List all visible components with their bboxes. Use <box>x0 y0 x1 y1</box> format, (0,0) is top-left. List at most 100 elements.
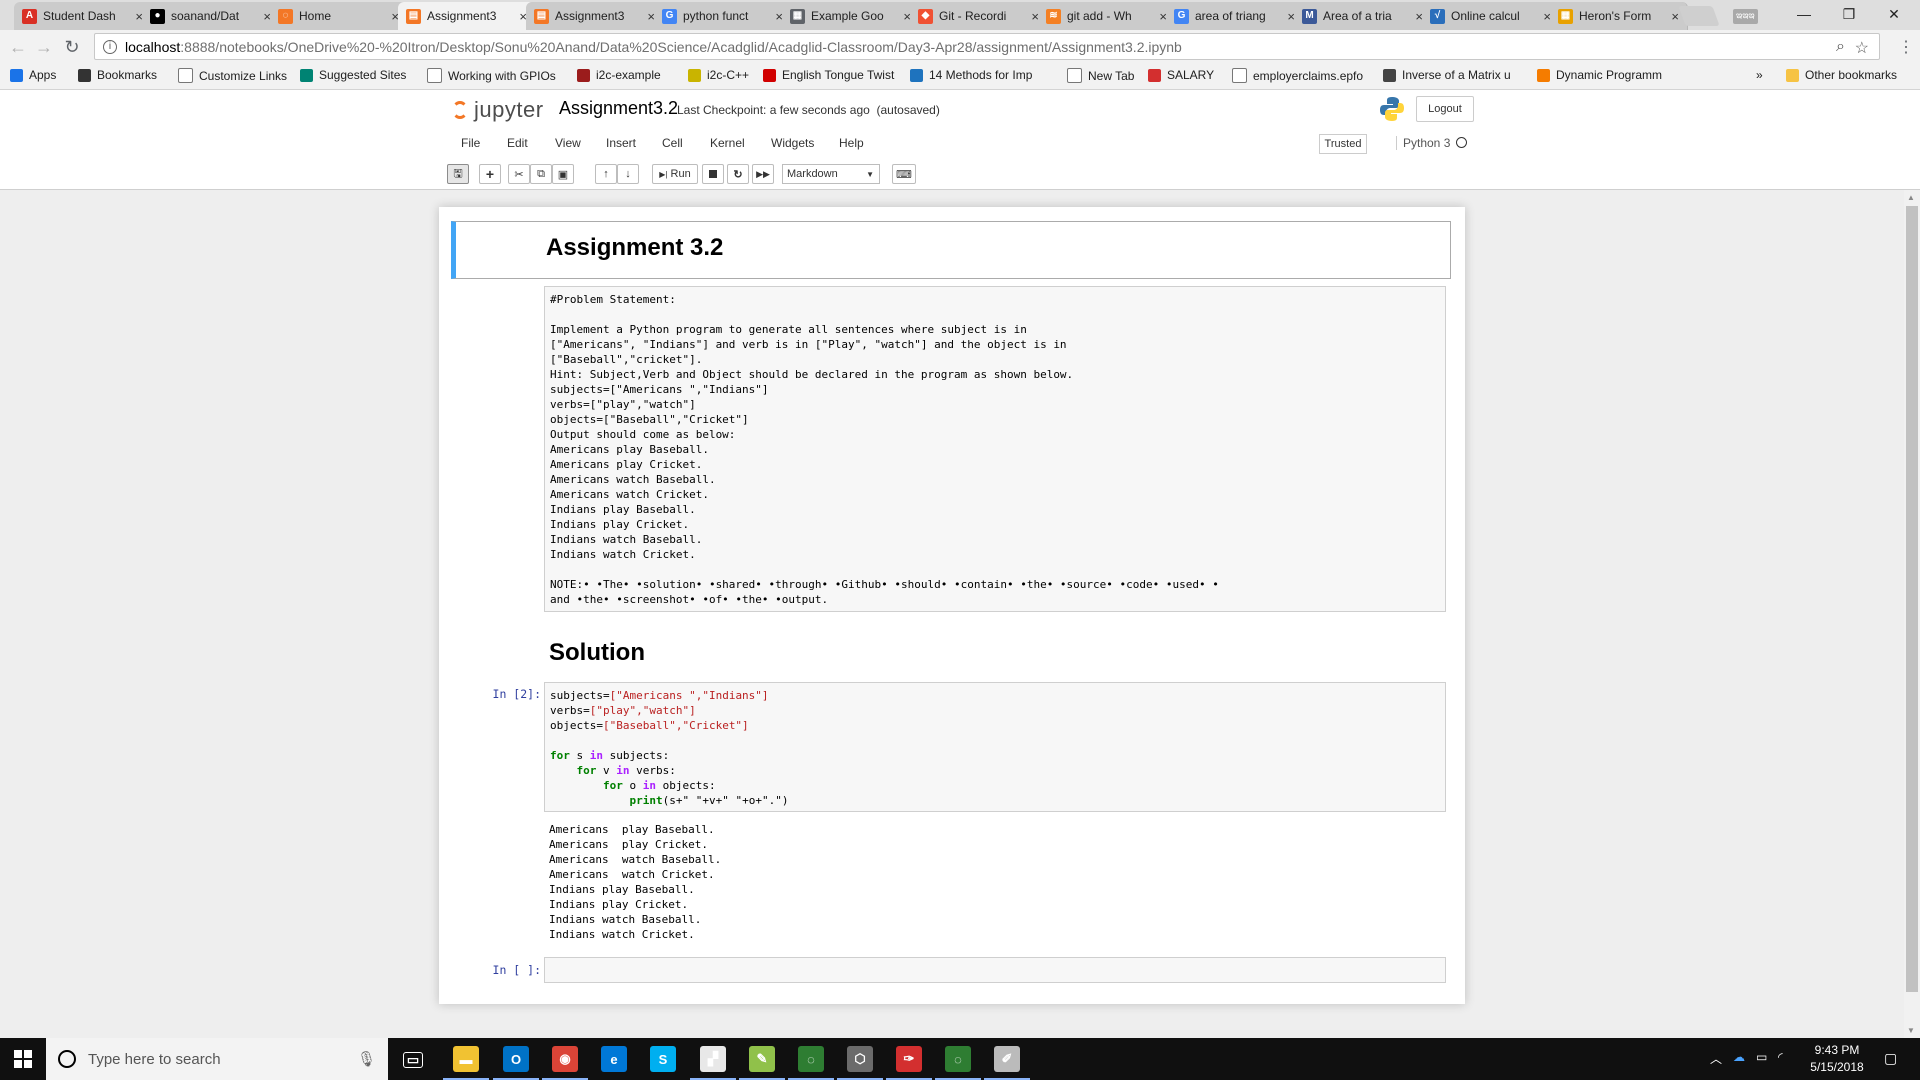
close-tab-icon[interactable]: × <box>1671 9 1679 24</box>
menu-file[interactable]: File <box>461 136 480 150</box>
paste-button[interactable]: ▣ <box>552 164 574 184</box>
browser-tab[interactable]: A Student Dash × <box>14 2 152 30</box>
menu-widgets[interactable]: Widgets <box>771 136 814 150</box>
navigation-bar: ← → ↻ i localhost:8888/notebooks/OneDriv… <box>0 30 1920 64</box>
command-palette-button[interactable]: ⌨ <box>892 164 916 184</box>
close-window-button[interactable]: ✕ <box>1872 0 1916 28</box>
bookmark-item[interactable]: Inverse of a Matrix u <box>1383 68 1511 82</box>
scrollbar-thumb[interactable] <box>1906 206 1918 992</box>
bookmark-item[interactable]: Working with GPIOs <box>427 68 556 83</box>
cut-button[interactable]: ✂ <box>508 164 530 184</box>
empty-code-cell[interactable] <box>544 957 1446 983</box>
battery-icon[interactable]: ▭ <box>1756 1050 1767 1064</box>
browser-tab[interactable]: ▤ Assignment3 × <box>398 2 536 30</box>
menu-edit[interactable]: Edit <box>507 136 528 150</box>
notepadpp-icon[interactable]: ✎ <box>739 1046 785 1080</box>
chrome-menu-icon[interactable]: ⋮ <box>1894 35 1918 59</box>
bookmark-item[interactable]: New Tab <box>1067 68 1134 83</box>
run-button[interactable]: ▶| Run <box>652 164 698 184</box>
cell-type-select[interactable]: Markdown ▼ <box>782 164 880 184</box>
outlook-icon[interactable]: O <box>493 1046 539 1080</box>
edge-icon[interactable]: e <box>601 1046 627 1072</box>
bookmark-item[interactable]: SALARY <box>1148 68 1214 82</box>
copy-button[interactable]: ⧉ <box>530 164 552 184</box>
skype-icon[interactable]: S <box>650 1046 676 1072</box>
virtualbox-icon[interactable]: ⬡ <box>837 1046 883 1080</box>
trusted-indicator[interactable]: Trusted <box>1319 134 1367 154</box>
task-view-icon[interactable]: ▭ <box>403 1052 423 1068</box>
zoom-icon[interactable]: ⌕ <box>1836 38 1845 56</box>
interrupt-button[interactable] <box>702 164 724 184</box>
notifications-icon[interactable]: ▢ <box>1884 1050 1897 1067</box>
reload-icon[interactable]: ↻ <box>60 35 84 59</box>
profile-badge[interactable]: ఇఇఇ <box>1733 9 1758 24</box>
windows-start-icon[interactable] <box>14 1050 32 1068</box>
new-tab-button[interactable] <box>1678 6 1720 26</box>
heading-cell[interactable]: Assignment 3.2 <box>451 221 1451 279</box>
menu-kernel[interactable]: Kernel <box>710 136 745 150</box>
sync-app-icon[interactable]: ◌ <box>935 1046 981 1080</box>
pdf-icon[interactable]: ✑ <box>886 1046 932 1080</box>
save-button[interactable]: 🖫 <box>447 164 469 184</box>
other-bookmarks-folder[interactable]: Other bookmarks <box>1786 68 1897 82</box>
microphone-icon[interactable]: 🎙 <box>357 1050 376 1068</box>
code-cell[interactable]: subjects=["Americans ","Indians"] verbs=[… <box>544 682 1446 812</box>
bookmark-item[interactable]: i2c-example <box>577 68 661 82</box>
browser-tab[interactable]: ● soanand/Dat × <box>142 2 280 30</box>
browser-tab[interactable]: M Area of a tria × <box>1294 2 1432 30</box>
menu-insert[interactable]: Insert <box>606 136 636 150</box>
forward-arrow-icon[interactable]: → <box>32 35 56 59</box>
back-arrow-icon[interactable]: ← <box>6 35 30 59</box>
jupyter-logo[interactable]: jupyter <box>452 97 544 123</box>
vertical-scrollbar[interactable]: ▲ ▼ <box>1904 190 1920 1038</box>
insert-cell-button[interactable]: + <box>479 164 501 184</box>
chrome-icon[interactable]: ◉ <box>542 1046 588 1080</box>
wifi-icon[interactable]: ◜ <box>1778 1050 1783 1064</box>
refresh-app-icon[interactable]: ◌ <box>788 1046 834 1080</box>
restore-button[interactable]: ❐ <box>1827 0 1871 28</box>
browser-tab[interactable]: ≋ git add - Wh × <box>1038 2 1176 30</box>
bookmark-item[interactable]: Bookmarks <box>78 68 157 82</box>
bookmark-item[interactable]: Dynamic Programm <box>1537 68 1662 82</box>
bookmark-item[interactable]: 14 Methods for Imp <box>910 68 1032 82</box>
bookmark-item[interactable]: English Tongue Twist <box>763 68 894 82</box>
browser-tab[interactable]: ◆ Git - Recordi × <box>910 2 1048 30</box>
onedrive-icon[interactable]: ☁ <box>1733 1050 1745 1064</box>
move-up-button[interactable]: ↑ <box>595 164 617 184</box>
scroll-down-icon[interactable]: ▼ <box>1907 1026 1915 1035</box>
show-hidden-icons-icon[interactable]: ︿ <box>1710 1050 1722 1067</box>
scroll-up-icon[interactable]: ▲ <box>1907 193 1915 202</box>
restart-run-all-button[interactable]: ▶▶ <box>752 164 774 184</box>
address-bar[interactable]: i localhost:8888/notebooks/OneDrive%20-%… <box>94 33 1880 60</box>
taskbar-clock[interactable]: 9:43 PM 5/15/2018 <box>1792 1042 1882 1076</box>
restart-button[interactable]: ↻ <box>727 164 749 184</box>
browser-tab[interactable]: ▦ Example Goo × <box>782 2 920 30</box>
bookmark-item[interactable]: Customize Links <box>178 68 287 83</box>
browser-tab[interactable]: Gpython funct × <box>654 2 792 30</box>
move-down-button[interactable]: ↓ <box>617 164 639 184</box>
menu-view[interactable]: View <box>555 136 581 150</box>
bookmark-item[interactable]: Suggested Sites <box>300 68 406 82</box>
menu-help[interactable]: Help <box>839 136 864 150</box>
taskbar-search-input[interactable]: Type here to search 🎙 <box>46 1038 388 1080</box>
browser-tab[interactable]: ◌ Home × <box>270 2 408 30</box>
problem-statement-cell[interactable]: #Problem Statement: Implement a Python pr… <box>544 286 1446 612</box>
browser-tab[interactable]: Garea of triang × <box>1166 2 1304 30</box>
browser-tab[interactable]: ▤ Assignment3 × <box>526 2 664 30</box>
minimize-button[interactable]: — <box>1782 0 1826 28</box>
info-icon[interactable]: i <box>103 39 117 54</box>
bookmarks-overflow-button[interactable]: » <box>1756 68 1763 82</box>
paint-icon[interactable]: ✐ <box>984 1046 1030 1080</box>
notebook-name[interactable]: Assignment3.2 <box>559 98 678 119</box>
browser-tab[interactable]: ▦ Heron's Form × <box>1550 2 1688 30</box>
bookmark-item[interactable]: i2c-C++ <box>688 68 749 82</box>
bookmark-item[interactable]: Apps <box>10 68 56 82</box>
menu-cell[interactable]: Cell <box>662 136 683 150</box>
bookmark-star-icon[interactable]: ☆ <box>1855 38 1869 58</box>
file-explorer-icon[interactable]: ▬ <box>443 1046 489 1080</box>
logout-button[interactable]: Logout <box>1416 96 1474 122</box>
kernel-name[interactable]: Python 3 <box>1396 136 1450 150</box>
browser-tab[interactable]: √ Online calcul × <box>1422 2 1560 30</box>
notepad-icon[interactable]: ▞ <box>690 1046 736 1080</box>
bookmark-item[interactable]: employerclaims.epfo <box>1232 68 1363 83</box>
